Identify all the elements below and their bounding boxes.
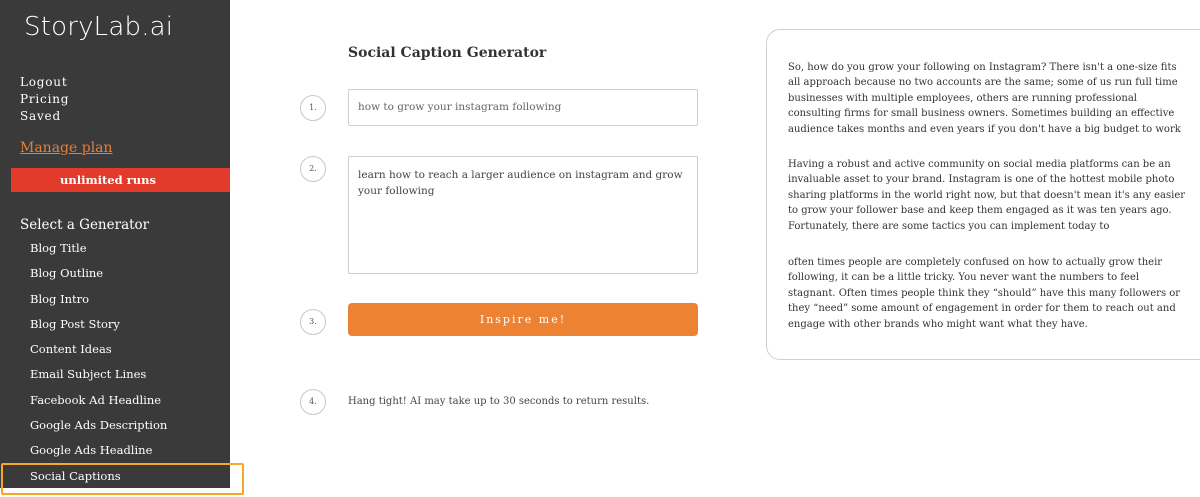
sidebar-item-blog-post-story[interactable]: Blog Post Story [30, 316, 167, 341]
sidebar-item-google-ads-description[interactable]: Google Ads Description [30, 417, 167, 442]
page-title: Social Caption Generator [348, 45, 547, 61]
sidebar-item-blog-intro[interactable]: Blog Intro [30, 291, 167, 316]
logo[interactable]: StoryLab.ai [24, 12, 173, 42]
description-textarea[interactable]: learn how to reach a larger audience on … [348, 156, 698, 274]
sidebar-item-facebook-ad-headline[interactable]: Facebook Ad Headline [30, 392, 167, 417]
sidebar-item-blog-outline[interactable]: Blog Outline [30, 265, 167, 290]
sidebar-item-content-ideas[interactable]: Content Ideas [30, 341, 167, 366]
manage-plan-link[interactable]: Manage plan [20, 140, 113, 156]
pricing-link[interactable]: Pricing [20, 91, 69, 108]
generator-heading: Select a Generator [20, 217, 150, 233]
result-paragraph: often times people are completely confus… [788, 257, 1181, 330]
sidebar: StoryLab.ai Logout Pricing Saved Manage … [0, 0, 230, 488]
sidebar-item-email-subject-lines[interactable]: Email Subject Lines [30, 366, 167, 391]
wait-message: Hang tight! AI may take up to 30 seconds… [348, 396, 650, 407]
step-3-badge: 3. [300, 309, 326, 335]
step-2-badge: 2. [300, 156, 326, 182]
topic-input[interactable]: how to grow your instagram following [348, 89, 698, 126]
saved-link[interactable]: Saved [20, 108, 69, 125]
result-paragraph: Having a robust and active community on … [788, 159, 1186, 232]
step-4-badge: 4. [300, 389, 326, 415]
plan-badge: unlimited runs [11, 168, 230, 192]
step-1-badge: 1. [300, 95, 326, 121]
logout-link[interactable]: Logout [20, 74, 69, 91]
selected-generator-highlight [1, 463, 244, 495]
generator-list: Blog Title Blog Outline Blog Intro Blog … [30, 240, 167, 493]
inspire-button[interactable]: Inspire me! [348, 303, 698, 336]
sidebar-item-blog-title[interactable]: Blog Title [30, 240, 167, 265]
account-links: Logout Pricing Saved [20, 74, 69, 125]
result-paragraph: So, how do you grow your following on In… [788, 62, 1181, 135]
